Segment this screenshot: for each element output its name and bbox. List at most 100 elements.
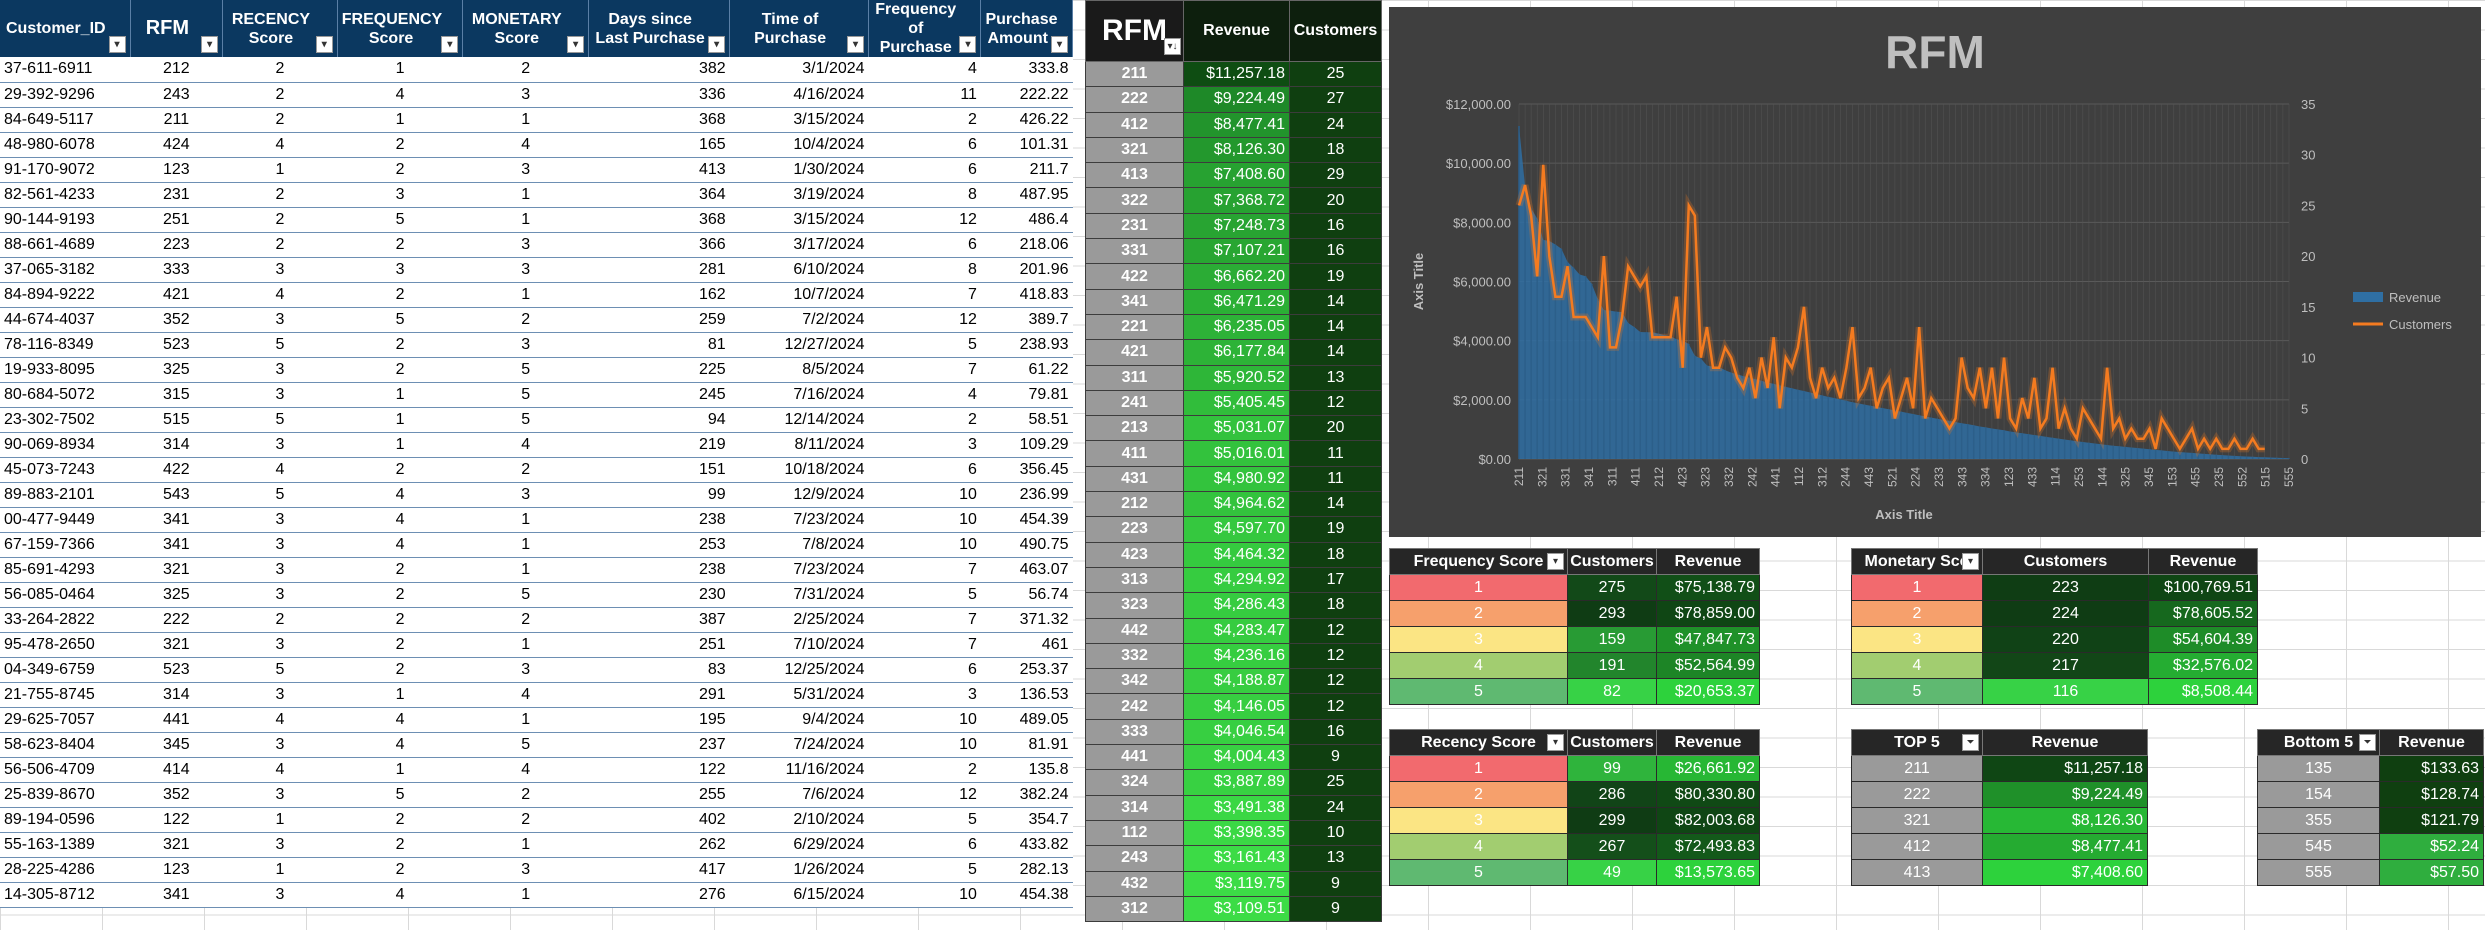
table-cell[interactable]: 212 (130, 57, 223, 83)
table-cell[interactable]: 230 (588, 582, 730, 608)
table-cell[interactable]: 6 (868, 657, 981, 683)
table-cell[interactable]: 10 (868, 707, 981, 733)
customers-cell[interactable]: 9 (1289, 895, 1382, 923)
table-cell[interactable]: 7 (868, 357, 981, 383)
table-cell[interactable]: 123 (130, 857, 223, 883)
table-cell[interactable]: 321 (130, 832, 223, 858)
revenue-cell[interactable]: $5,016.01 (1183, 440, 1290, 467)
revenue-cell[interactable]: $4,464.32 (1183, 541, 1290, 568)
table-cell[interactable]: 245 (588, 382, 730, 408)
table-cell[interactable]: 382.24 (980, 782, 1073, 808)
rfm-code-cell[interactable]: 421 (1085, 339, 1184, 366)
table-cell[interactable]: 1 (462, 557, 589, 583)
revenue-cell[interactable]: $100,769.51 (2148, 574, 2258, 601)
customers-cell[interactable]: 25 (1289, 769, 1382, 796)
customers-cell[interactable]: 10 (1289, 819, 1382, 847)
table-cell[interactable]: 231 (130, 182, 223, 208)
revenue-cell[interactable]: $6,471.29 (1183, 288, 1290, 315)
rfm-code-cell[interactable]: 231 (1085, 212, 1184, 240)
score-cell[interactable]: 321 (1851, 807, 1983, 834)
table-cell[interactable]: 84-649-5117 (0, 107, 131, 133)
table-cell[interactable]: 336 (588, 82, 730, 108)
table-cell[interactable]: 352 (130, 307, 223, 333)
table-cell[interactable]: 2 (337, 282, 463, 308)
table-cell[interactable]: 417 (588, 857, 730, 883)
table-cell[interactable]: 489.05 (980, 707, 1073, 733)
rfm-code-cell[interactable]: 311 (1085, 364, 1184, 391)
table-cell[interactable]: 56.74 (980, 582, 1073, 608)
table-cell[interactable]: 487.95 (980, 182, 1073, 208)
table-cell[interactable]: 1 (337, 682, 463, 708)
table-cell[interactable]: 162 (588, 282, 730, 308)
table-cell[interactable]: 45-073-7243 (0, 457, 131, 483)
table-cell[interactable]: 1 (337, 382, 463, 408)
table-cell[interactable]: 2 (337, 232, 463, 258)
rfm-code-cell[interactable]: 431 (1085, 465, 1184, 493)
table-cell[interactable]: 225 (588, 357, 730, 383)
table-cell[interactable]: 109.29 (980, 432, 1073, 458)
table-cell[interactable]: 2 (222, 82, 338, 108)
table-cell[interactable]: 5 (868, 332, 981, 358)
table-cell[interactable]: 6 (868, 132, 981, 158)
table-cell[interactable]: 10 (868, 482, 981, 508)
table-cell[interactable]: 33-264-2822 (0, 607, 131, 633)
filter-dropdown-icon[interactable]: ▾ (1051, 36, 1068, 53)
filter-dropdown-icon[interactable]: ▾ (1547, 734, 1564, 751)
rfm-code-cell[interactable]: 341 (1085, 288, 1184, 315)
table-cell[interactable]: 88-661-4689 (0, 232, 131, 258)
rfm-code-cell[interactable]: 323 (1085, 592, 1184, 619)
table-cell[interactable]: 2 (337, 457, 463, 483)
table-cell[interactable]: 5 (462, 382, 589, 408)
revenue-cell[interactable]: $82,003.68 (1656, 807, 1760, 834)
customers-cell[interactable]: 11 (1289, 465, 1382, 493)
revenue-cell[interactable]: $80,330.80 (1656, 781, 1760, 808)
table-cell[interactable]: 122 (130, 807, 223, 833)
revenue-cell[interactable]: $3,109.51 (1183, 895, 1290, 923)
table-cell[interactable]: 523 (130, 657, 223, 683)
table-cell[interactable]: 1 (462, 107, 589, 133)
table-cell[interactable]: 454.39 (980, 507, 1073, 533)
table-cell[interactable]: 3 (868, 432, 981, 458)
table-cell[interactable]: 341 (130, 507, 223, 533)
table-cell[interactable]: 352 (130, 782, 223, 808)
table-cell[interactable]: 29-392-9296 (0, 82, 131, 108)
customers-cell[interactable]: 286 (1567, 781, 1657, 808)
table-cell[interactable]: 3 (222, 257, 338, 283)
rfm-code-cell[interactable]: 242 (1085, 693, 1184, 720)
table-cell[interactable]: 37-065-3182 (0, 257, 131, 283)
table-cell[interactable]: 387 (588, 607, 730, 633)
table-cell[interactable]: 2 (337, 557, 463, 583)
table-cell[interactable]: 314 (130, 682, 223, 708)
table-cell[interactable]: 6/10/2024 (729, 257, 869, 283)
score-cell[interactable]: 3 (1851, 626, 1983, 653)
table-cell[interactable]: 44-674-4037 (0, 307, 131, 333)
table-cell[interactable]: 211 (130, 107, 223, 133)
table-cell[interactable]: 29-625-7057 (0, 707, 131, 733)
table-cell[interactable]: 333 (130, 257, 223, 283)
table-cell[interactable]: 222 (130, 607, 223, 633)
customers-cell[interactable]: 275 (1567, 574, 1657, 601)
score-cell[interactable]: 3 (1389, 807, 1568, 834)
customers-cell[interactable]: 12 (1289, 693, 1382, 720)
customers-cell[interactable]: 49 (1567, 859, 1657, 886)
table-cell[interactable]: 3/1/2024 (729, 57, 869, 83)
filter-dropdown-icon[interactable]: ▾ (567, 36, 585, 53)
table-cell[interactable]: 3 (222, 582, 338, 608)
table-cell[interactable]: 4 (868, 57, 981, 83)
table-cell[interactable]: 4 (462, 757, 589, 783)
revenue-cell[interactable]: $20,653.37 (1656, 678, 1760, 705)
score-cell[interactable]: 355 (2257, 807, 2380, 834)
table-cell[interactable]: 14-305-8712 (0, 882, 131, 908)
table-cell[interactable]: 2 (868, 757, 981, 783)
table-cell[interactable]: 4 (222, 282, 338, 308)
revenue-cell[interactable]: $5,031.07 (1183, 415, 1290, 442)
score-cell[interactable]: 2 (1389, 781, 1568, 808)
revenue-cell[interactable]: $54,604.39 (2148, 626, 2258, 653)
table-cell[interactable]: 8/11/2024 (729, 432, 869, 458)
table-cell[interactable]: 4 (222, 457, 338, 483)
table-cell[interactable]: 4 (337, 507, 463, 533)
table-cell[interactable]: 19-933-8095 (0, 357, 131, 383)
table-cell[interactable]: 515 (130, 407, 223, 433)
table-cell[interactable]: 00-477-9449 (0, 507, 131, 533)
column-header[interactable]: RECENCY Score ▾ (222, 0, 338, 57)
